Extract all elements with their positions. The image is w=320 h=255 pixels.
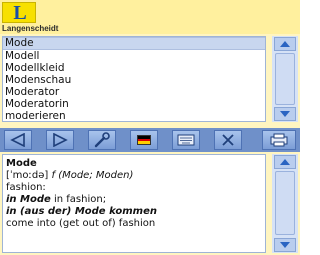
logo-letter: L: [13, 2, 27, 24]
language-button[interactable]: [130, 130, 158, 150]
keyboard-icon: [177, 134, 195, 146]
translation: fashion:: [6, 182, 46, 193]
wrench-icon: [94, 132, 110, 148]
arrow-up-icon: [280, 41, 290, 47]
list-item[interactable]: moderieren: [3, 110, 265, 121]
forward-button[interactable]: [46, 130, 74, 150]
langenscheidt-logo: L: [2, 2, 36, 24]
german-flag-icon: [137, 135, 151, 145]
brand-name: Langenscheidt: [2, 24, 59, 33]
back-icon: [10, 133, 25, 147]
list-item[interactable]: Moderatorin: [3, 98, 265, 110]
printer-icon: [270, 133, 288, 147]
translate-button[interactable]: [262, 130, 296, 150]
arrow-down-icon: [280, 111, 290, 117]
header: L Langenscheidt: [0, 0, 300, 34]
scroll-up-button[interactable]: [274, 155, 296, 169]
app-screen: L Langenscheidt Mode Modell Modellkleid …: [0, 0, 300, 255]
close-button[interactable]: [214, 130, 242, 150]
example-1-english: in fashion;: [50, 194, 107, 205]
headword: Mode: [6, 158, 37, 169]
pronunciation-line: [ˈmoːdə] f (Mode; Moden): [6, 170, 262, 182]
scroll-thumb[interactable]: [275, 53, 295, 105]
close-icon: [222, 134, 234, 146]
scroll-down-button[interactable]: [274, 238, 296, 252]
list-item[interactable]: Moderator: [3, 86, 265, 98]
example-2-german: in (aus der) Mode kommen: [6, 206, 157, 217]
definition-scrollbar[interactable]: [272, 154, 298, 253]
arrow-up-icon: [280, 159, 290, 165]
example-1: in Mode in fashion;: [6, 194, 262, 206]
scroll-thumb[interactable]: [275, 171, 295, 235]
definition-panel: Mode [ˈmoːdə] f (Mode; Moden) fashion: i…: [2, 154, 266, 253]
example-1-german: in Mode: [6, 194, 51, 205]
pronunciation: [ˈmoːdə]: [6, 170, 49, 181]
word-list-scrollbar[interactable]: [272, 36, 298, 122]
back-button[interactable]: [4, 130, 32, 150]
list-item[interactable]: Mode: [3, 37, 265, 50]
forward-icon: [53, 133, 68, 147]
list-item[interactable]: Modenschau: [3, 74, 265, 86]
settings-button[interactable]: [88, 130, 116, 150]
keyboard-button[interactable]: [172, 130, 200, 150]
arrow-down-icon: [280, 242, 290, 248]
grammar: (Mode; Moden): [58, 170, 134, 181]
word-list[interactable]: Mode Modell Modellkleid Modenschau Moder…: [2, 36, 266, 122]
list-item[interactable]: Modellkleid: [3, 62, 265, 74]
list-item[interactable]: Modell: [3, 50, 265, 62]
gender: f: [51, 170, 55, 181]
scroll-down-button[interactable]: [274, 107, 296, 121]
scroll-up-button[interactable]: [274, 37, 296, 51]
example-2-english: come into (get out of) fashion: [6, 218, 156, 229]
toolbar: [0, 128, 300, 152]
